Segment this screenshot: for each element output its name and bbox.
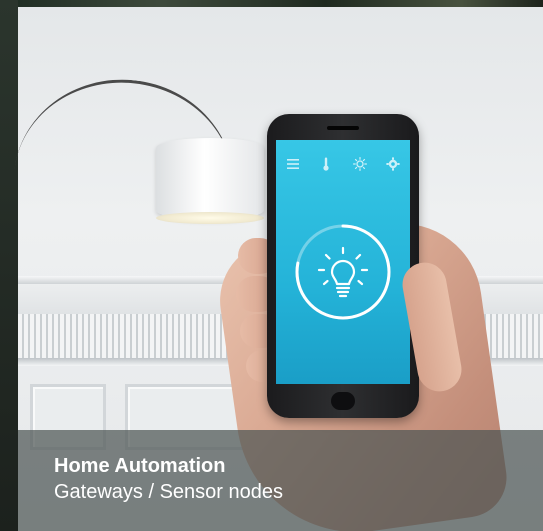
thermometer-icon — [316, 154, 336, 174]
phone-home-button — [331, 392, 355, 410]
smartphone — [267, 114, 419, 418]
home-automation-card[interactable]: Home Automation Gateways / Sensor nodes — [0, 0, 543, 531]
phone-speaker — [327, 126, 359, 130]
floor-lamp-shade — [156, 138, 264, 224]
phone-screen — [276, 140, 410, 384]
light-control — [293, 222, 393, 322]
card-caption: Home Automation Gateways / Sensor nodes — [18, 430, 543, 531]
lightbulb-icon — [317, 246, 369, 298]
card-title[interactable]: Home Automation — [54, 454, 543, 478]
app-toolbar — [276, 154, 410, 174]
card-subtitle: Gateways / Sensor nodes — [54, 481, 284, 503]
top-photo-strip — [0, 0, 543, 7]
menu-icon — [283, 154, 303, 174]
brightness-icon — [350, 154, 370, 174]
gear-icon — [383, 154, 403, 174]
left-photo-strip — [0, 0, 18, 531]
